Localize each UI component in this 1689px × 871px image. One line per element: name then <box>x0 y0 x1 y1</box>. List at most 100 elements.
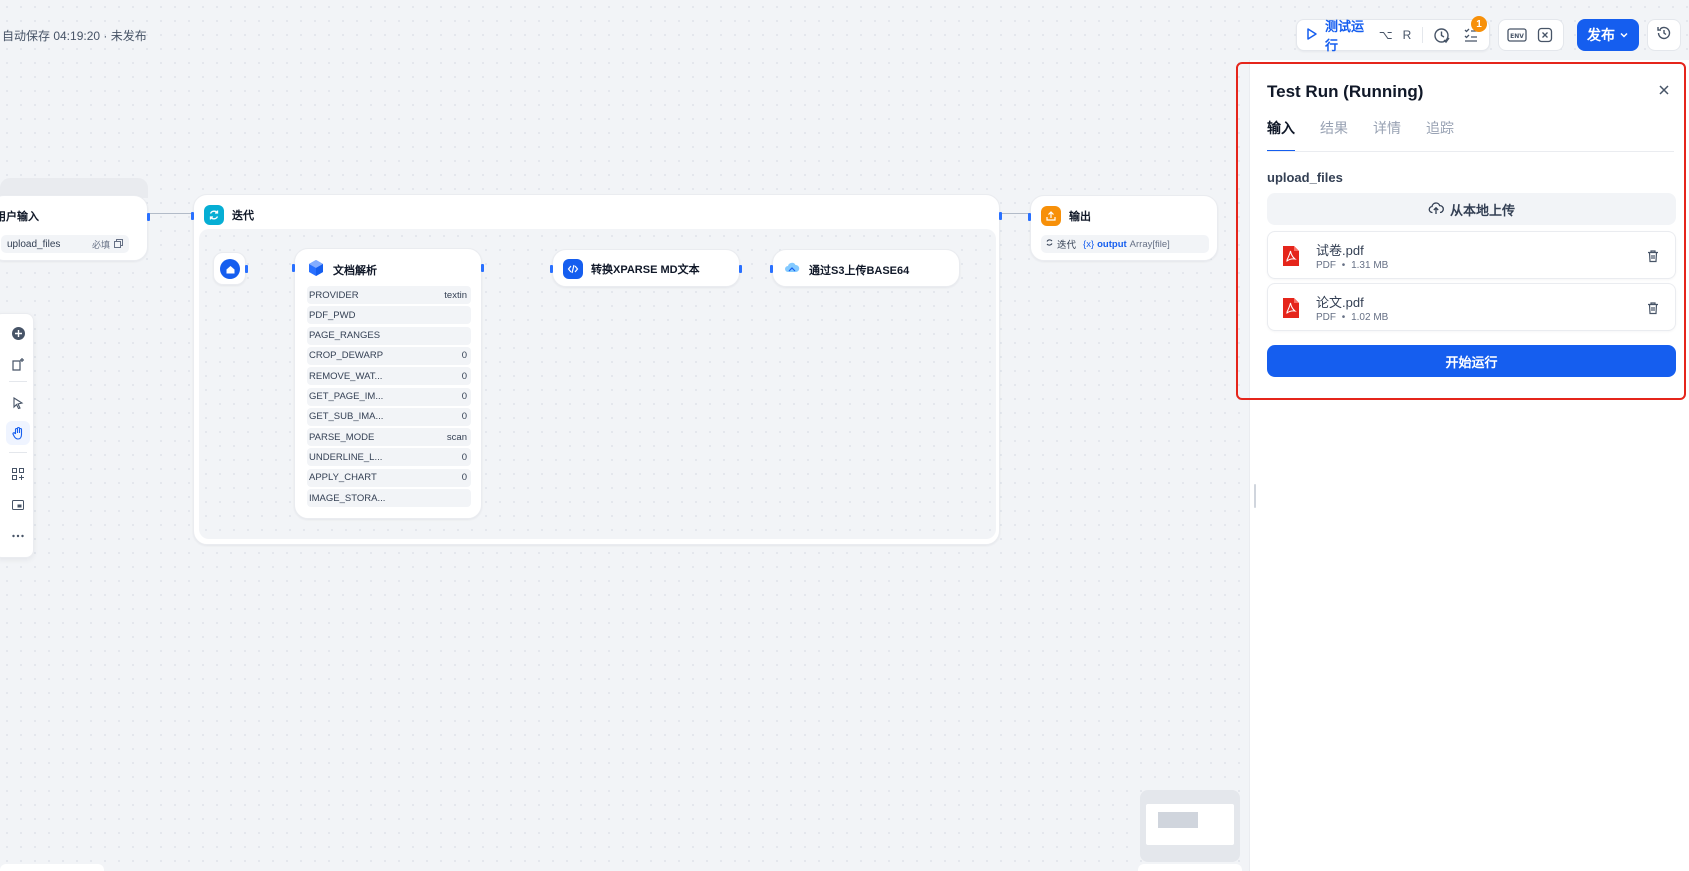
home-icon <box>220 259 240 279</box>
param-name: REMOVE_WAT... <box>309 370 383 382</box>
divider <box>9 381 27 382</box>
checklist-icon[interactable]: 1 <box>1460 16 1487 47</box>
test-run-label: 测试运行 <box>1325 19 1365 53</box>
xparse-node[interactable]: 转换XPARSE MD文本 <box>550 249 742 287</box>
pdf-file-icon <box>1281 297 1301 319</box>
iteration-output-port[interactable] <box>999 212 1002 220</box>
param-value: textin <box>444 289 467 301</box>
param-name: PDF_PWD <box>309 309 356 321</box>
start-node[interactable]: 用户输入 upload_files 必填 <box>0 195 150 261</box>
add-node-icon[interactable] <box>6 321 30 345</box>
add-note-icon[interactable] <box>6 352 30 376</box>
panel-tabs: 输入 结果 详情 追踪 <box>1267 118 1454 152</box>
doc-parse-output-port[interactable] <box>481 264 484 272</box>
env-icon[interactable]: ENV <box>1505 23 1529 47</box>
pdf-file-icon <box>1281 245 1301 267</box>
output-icon <box>1041 206 1061 226</box>
tab-result[interactable]: 结果 <box>1320 118 1348 152</box>
start-output-port[interactable] <box>147 213 150 221</box>
param-row: UNDERLINE_L... 0 <box>307 448 471 467</box>
file-name: 论文.pdf <box>1316 295 1364 310</box>
param-name: PAGE_RANGES <box>309 330 381 342</box>
output-title-text: 输出 <box>1069 211 1091 223</box>
variable-icon[interactable] <box>1533 23 1557 47</box>
edge <box>1000 213 1030 214</box>
checkup-icon[interactable] <box>1431 23 1452 47</box>
upload-local-button[interactable]: 从本地上传 <box>1267 193 1676 225</box>
close-icon[interactable] <box>1654 80 1674 100</box>
file-name: 试卷.pdf <box>1316 243 1364 258</box>
s3-node[interactable]: 通过S3上传BASE64 <box>770 249 960 287</box>
panel-title: Test Run (Running) <box>1267 82 1424 101</box>
s3-title: 通过S3上传BASE64 <box>783 259 909 280</box>
hand-icon[interactable] <box>6 421 30 445</box>
minimap[interactable] <box>1140 790 1240 862</box>
param-name: PROVIDER <box>309 289 359 301</box>
param-row: PARSE_MODE scan <box>307 428 471 447</box>
output-input-port[interactable] <box>1028 213 1031 221</box>
chevron-down-icon <box>1619 27 1629 43</box>
test-run-toolbar: 测试运行 ⌥ R 1 <box>1296 16 1490 54</box>
tabs-divider <box>1267 151 1674 152</box>
doc-parse-title-text: 文档解析 <box>333 264 377 277</box>
xparse-input-port[interactable] <box>550 265 553 273</box>
param-value: 0 <box>461 391 467 402</box>
trash-icon[interactable] <box>1643 246 1663 266</box>
shortcut-key: R <box>1402 28 1412 42</box>
start-var-name: upload_files <box>7 238 61 250</box>
param-row: APPLY_CHART 0 <box>307 468 471 487</box>
doc-parse-node[interactable]: 文档解析 PROVIDER textin PDF_PWD PAGE_RANGES CRO… <box>292 248 484 519</box>
file-size: 1.31 MB <box>1351 260 1389 271</box>
param-row: PDF_PWD <box>307 306 471 325</box>
iteration-start-port[interactable] <box>245 265 248 273</box>
cloud-icon <box>783 259 801 280</box>
param-value: 0 <box>461 451 467 463</box>
doc-parse-input-port[interactable] <box>292 264 295 272</box>
param-value: scan <box>446 431 467 443</box>
output-node[interactable]: 输出 迭代 {x} output Array[file] <box>1028 195 1218 261</box>
output-title: 输出 <box>1041 206 1091 226</box>
output-var-source: 迭代 <box>1057 240 1077 251</box>
shortcut-alt: ⌥ <box>1378 28 1393 42</box>
s3-title-text: 通过S3上传BASE64 <box>809 264 910 277</box>
publish-button[interactable]: 发布 <box>1577 19 1639 51</box>
iteration-input-port[interactable] <box>191 212 194 220</box>
history-icon <box>1656 25 1672 46</box>
test-run-button[interactable]: 测试运行 <box>1305 16 1368 54</box>
file-type: PDF <box>1316 312 1336 323</box>
output-var-row: 迭代 {x} output Array[file] <box>1041 235 1209 253</box>
start-run-button[interactable]: 开始运行 <box>1267 345 1676 377</box>
tab-tracing[interactable]: 追踪 <box>1426 118 1454 152</box>
iteration-title-text: 迭代 <box>232 210 254 222</box>
minimap-icon[interactable] <box>6 493 30 517</box>
file-type: PDF <box>1316 260 1336 271</box>
upload-label: 从本地上传 <box>1449 202 1515 218</box>
publish-label: 发布 <box>1587 27 1615 43</box>
file-size: 1.02 MB <box>1351 312 1389 323</box>
env-toolbar: ENV <box>1498 19 1564 51</box>
file-meta: PDF • 1.02 MB <box>1316 312 1389 323</box>
code-icon <box>563 259 583 279</box>
param-value: 0 <box>461 350 467 362</box>
tab-input[interactable]: 输入 <box>1267 118 1295 152</box>
s3-input-port[interactable] <box>770 265 773 273</box>
bottom-left-panel <box>0 864 104 871</box>
panel-resize-handle[interactable] <box>1254 484 1256 508</box>
iteration-start-node[interactable] <box>213 252 248 285</box>
play-icon <box>1305 27 1319 44</box>
start-node-title-text: 用户输入 <box>0 211 39 223</box>
history-button[interactable] <box>1647 19 1681 51</box>
param-row: PAGE_RANGES <box>307 326 471 345</box>
xparse-output-port[interactable] <box>739 265 742 273</box>
iteration-node-title: 迭代 <box>204 205 254 225</box>
more-icon[interactable] <box>6 524 30 548</box>
trash-icon[interactable] <box>1643 298 1663 318</box>
organize-icon[interactable] <box>6 462 30 486</box>
divider <box>1422 27 1424 43</box>
field-label: upload_files <box>1267 170 1343 185</box>
param-value: 0 <box>461 370 467 382</box>
tab-detail[interactable]: 详情 <box>1373 118 1401 152</box>
pointer-icon[interactable] <box>6 391 30 415</box>
param-name: IMAGE_STORA... <box>309 492 386 504</box>
param-name: UNDERLINE_L... <box>309 451 383 463</box>
